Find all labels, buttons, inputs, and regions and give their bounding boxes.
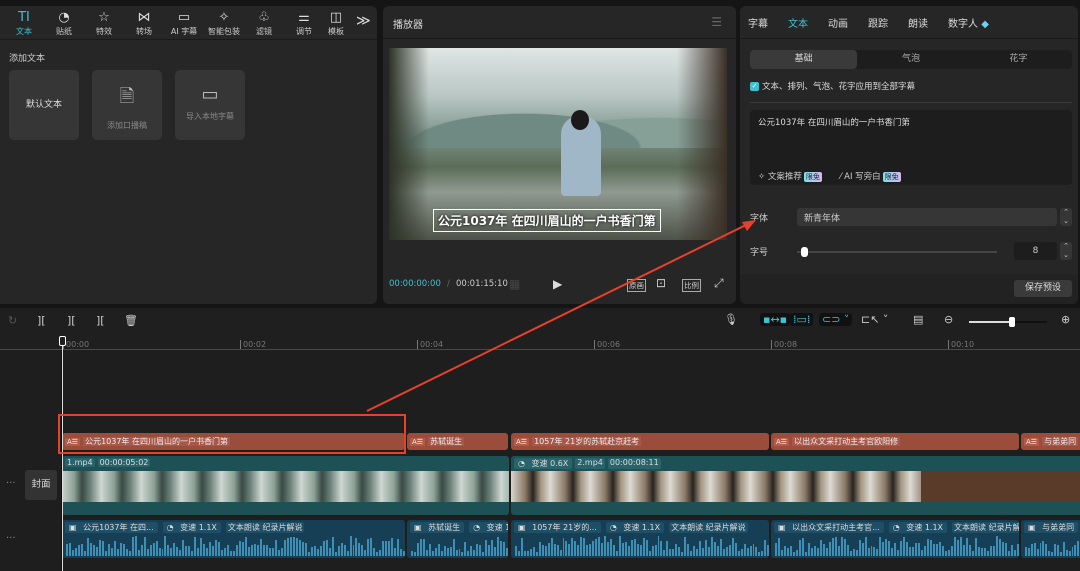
annotation-arrow bbox=[366, 220, 756, 412]
